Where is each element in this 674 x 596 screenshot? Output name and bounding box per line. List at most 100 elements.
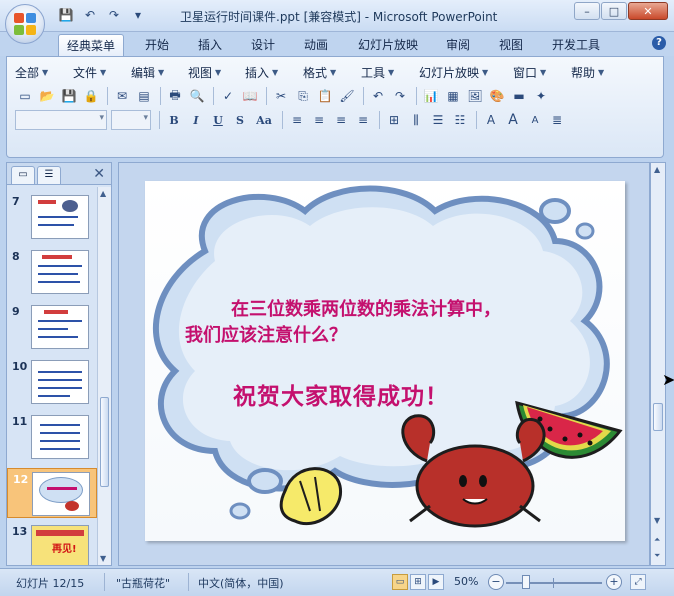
menu-all[interactable]: 全部 ▼ xyxy=(15,63,73,81)
paste-icon[interactable]: 📋 xyxy=(315,86,335,106)
customize-qat-icon[interactable]: ▾ xyxy=(128,6,148,24)
scroll-thumb[interactable] xyxy=(100,397,109,487)
tab-design[interactable]: 设计 xyxy=(243,34,283,56)
tab-slideshow[interactable]: 幻灯片放映 xyxy=(350,34,426,56)
menu-file[interactable]: 文件 ▼ xyxy=(73,63,131,81)
help-icon[interactable]: ? xyxy=(652,36,666,50)
maximize-button[interactable]: □ xyxy=(601,2,627,20)
tab-classic-menu[interactable]: 经典菜单 xyxy=(58,34,125,56)
open-icon[interactable]: 📂 xyxy=(37,86,57,106)
zoom-slider-handle[interactable] xyxy=(522,575,530,589)
tab-review[interactable]: 审阅 xyxy=(438,34,478,56)
grow-font-icon[interactable]: A xyxy=(503,110,523,130)
spelling-icon[interactable]: ✓ xyxy=(218,86,238,106)
new-icon[interactable]: ▭ xyxy=(15,86,35,106)
permission-icon[interactable]: 🔒 xyxy=(81,86,101,106)
slide-scrollbar[interactable]: ▲ ▼ ⏶ ⏷ xyxy=(650,162,666,566)
underline-button[interactable]: U xyxy=(208,110,228,130)
outline-tab-icon[interactable]: ☰ xyxy=(37,166,61,184)
scroll-down-icon[interactable]: ▼ xyxy=(100,554,106,563)
shadow-button[interactable]: S xyxy=(230,110,250,130)
picture-icon[interactable]: 🖼 xyxy=(465,86,485,106)
new-slide-icon[interactable]: ✦ xyxy=(531,86,551,106)
pdf-icon[interactable]: ▤ xyxy=(134,86,154,106)
numbering-icon[interactable]: ☷ xyxy=(450,110,470,130)
italic-button[interactable]: I xyxy=(186,110,206,130)
slideshow-view-icon[interactable]: ▶ xyxy=(428,574,444,590)
line-spacing-icon[interactable]: ≣ xyxy=(547,110,567,130)
cut-icon[interactable]: ✂ xyxy=(271,86,291,106)
slides-tab-icon[interactable]: ▭ xyxy=(11,166,35,184)
tab-home[interactable]: 开始 xyxy=(137,34,177,56)
background-icon[interactable]: ▬ xyxy=(509,86,529,106)
redo-icon[interactable]: ↷ xyxy=(104,6,124,24)
print-icon[interactable]: 🖶 xyxy=(165,86,185,106)
table-icon[interactable]: ▦ xyxy=(443,86,463,106)
close-button[interactable]: ✕ xyxy=(628,2,668,20)
justify-icon[interactable]: ≡ xyxy=(353,110,373,130)
tab-view[interactable]: 视图 xyxy=(491,34,531,56)
color-icon[interactable]: 🎨 xyxy=(487,86,507,106)
save-icon[interactable]: 💾 xyxy=(56,6,76,24)
align-center-icon[interactable]: ≡ xyxy=(309,110,329,130)
bullets-icon[interactable]: ☰ xyxy=(428,110,448,130)
align-right-icon[interactable]: ≡ xyxy=(331,110,351,130)
text-direction-icon[interactable]: ⫼ xyxy=(406,110,426,130)
slide-thumbnail-12[interactable]: 12 xyxy=(7,468,97,518)
tab-animations[interactable]: 动画 xyxy=(296,34,336,56)
menu-tools[interactable]: 工具 ▼ xyxy=(361,63,419,81)
menu-format[interactable]: 格式 ▼ xyxy=(303,63,361,81)
minimize-button[interactable]: – xyxy=(574,2,600,20)
scroll-up-icon[interactable]: ▲ xyxy=(100,189,106,198)
scroll-down-icon[interactable]: ▼ xyxy=(654,516,660,525)
zoom-in-icon[interactable]: + xyxy=(606,574,622,590)
shrink-font-icon[interactable]: A xyxy=(525,110,545,130)
menu-edit[interactable]: 编辑 ▼ xyxy=(131,63,188,81)
bold-button[interactable]: B xyxy=(164,110,184,130)
menu-view[interactable]: 视图 ▼ xyxy=(188,63,245,81)
font-color-icon[interactable]: A xyxy=(481,110,501,130)
zoom-slider[interactable] xyxy=(506,582,602,584)
slide-thumbnail-10[interactable]: 10 xyxy=(7,360,97,412)
close-icon[interactable]: ✕ xyxy=(93,166,105,182)
slide-thumbnail-13[interactable]: 13 再见! xyxy=(7,525,97,565)
normal-view-icon[interactable]: ▭ xyxy=(392,574,408,590)
chart-icon[interactable]: 📊 xyxy=(421,86,441,106)
redo-icon[interactable]: ↷ xyxy=(390,86,410,106)
format-painter-icon[interactable]: 🖌 xyxy=(337,86,357,106)
tab-developer[interactable]: 开发工具 xyxy=(544,34,608,56)
menu-window[interactable]: 窗口 ▼ xyxy=(513,63,571,81)
zoom-out-icon[interactable]: − xyxy=(488,574,504,590)
next-slide-icon[interactable]: ⏷ xyxy=(654,551,660,561)
copy-icon[interactable]: ⎘ xyxy=(293,86,313,106)
menu-insert[interactable]: 插入 ▼ xyxy=(245,63,303,81)
research-icon[interactable]: 📖 xyxy=(240,86,260,106)
scroll-thumb[interactable] xyxy=(653,403,663,431)
fit-to-window-icon[interactable]: ⤢ xyxy=(630,574,646,590)
slide-thumbnail-7[interactable]: 7 xyxy=(7,195,97,247)
slide-sorter-icon[interactable]: ⊞ xyxy=(410,574,426,590)
scroll-up-icon[interactable]: ▲ xyxy=(654,165,660,174)
undo-icon[interactable]: ↶ xyxy=(368,86,388,106)
language-status[interactable]: 中文(简体，中国) xyxy=(198,575,284,591)
slide-thumbnail-11[interactable]: 11 xyxy=(7,415,97,467)
change-case-button[interactable]: Aa xyxy=(252,110,276,130)
align-left-icon[interactable]: ≡ xyxy=(287,110,307,130)
email-icon[interactable]: ✉ xyxy=(112,86,132,106)
undo-icon[interactable]: ↶ xyxy=(80,6,100,24)
menu-slideshow[interactable]: 幻灯片放映 ▼ xyxy=(419,63,513,81)
panel-scrollbar[interactable]: ▲ ▼ xyxy=(97,187,111,565)
slide-thumbnail-9[interactable]: 9 xyxy=(7,305,97,357)
font-name-combo[interactable] xyxy=(15,110,107,130)
zoom-level[interactable]: 50% xyxy=(454,575,478,588)
office-button[interactable] xyxy=(5,4,45,44)
print-preview-icon[interactable]: 🔍 xyxy=(187,86,207,106)
tab-insert[interactable]: 插入 xyxy=(190,34,230,56)
menu-help[interactable]: 帮助 ▼ xyxy=(571,63,621,81)
save-icon[interactable]: 💾 xyxy=(59,86,79,106)
columns-icon[interactable]: ⊞ xyxy=(384,110,404,130)
current-slide[interactable]: 在三位数乘两位数的乘法计算中， 我们应该注意什么？ 祝贺大家取得成功！ xyxy=(145,181,625,541)
font-size-combo[interactable] xyxy=(111,110,151,130)
slide-thumbnail-8[interactable]: 8 xyxy=(7,250,97,302)
previous-slide-icon[interactable]: ⏶ xyxy=(654,535,660,545)
